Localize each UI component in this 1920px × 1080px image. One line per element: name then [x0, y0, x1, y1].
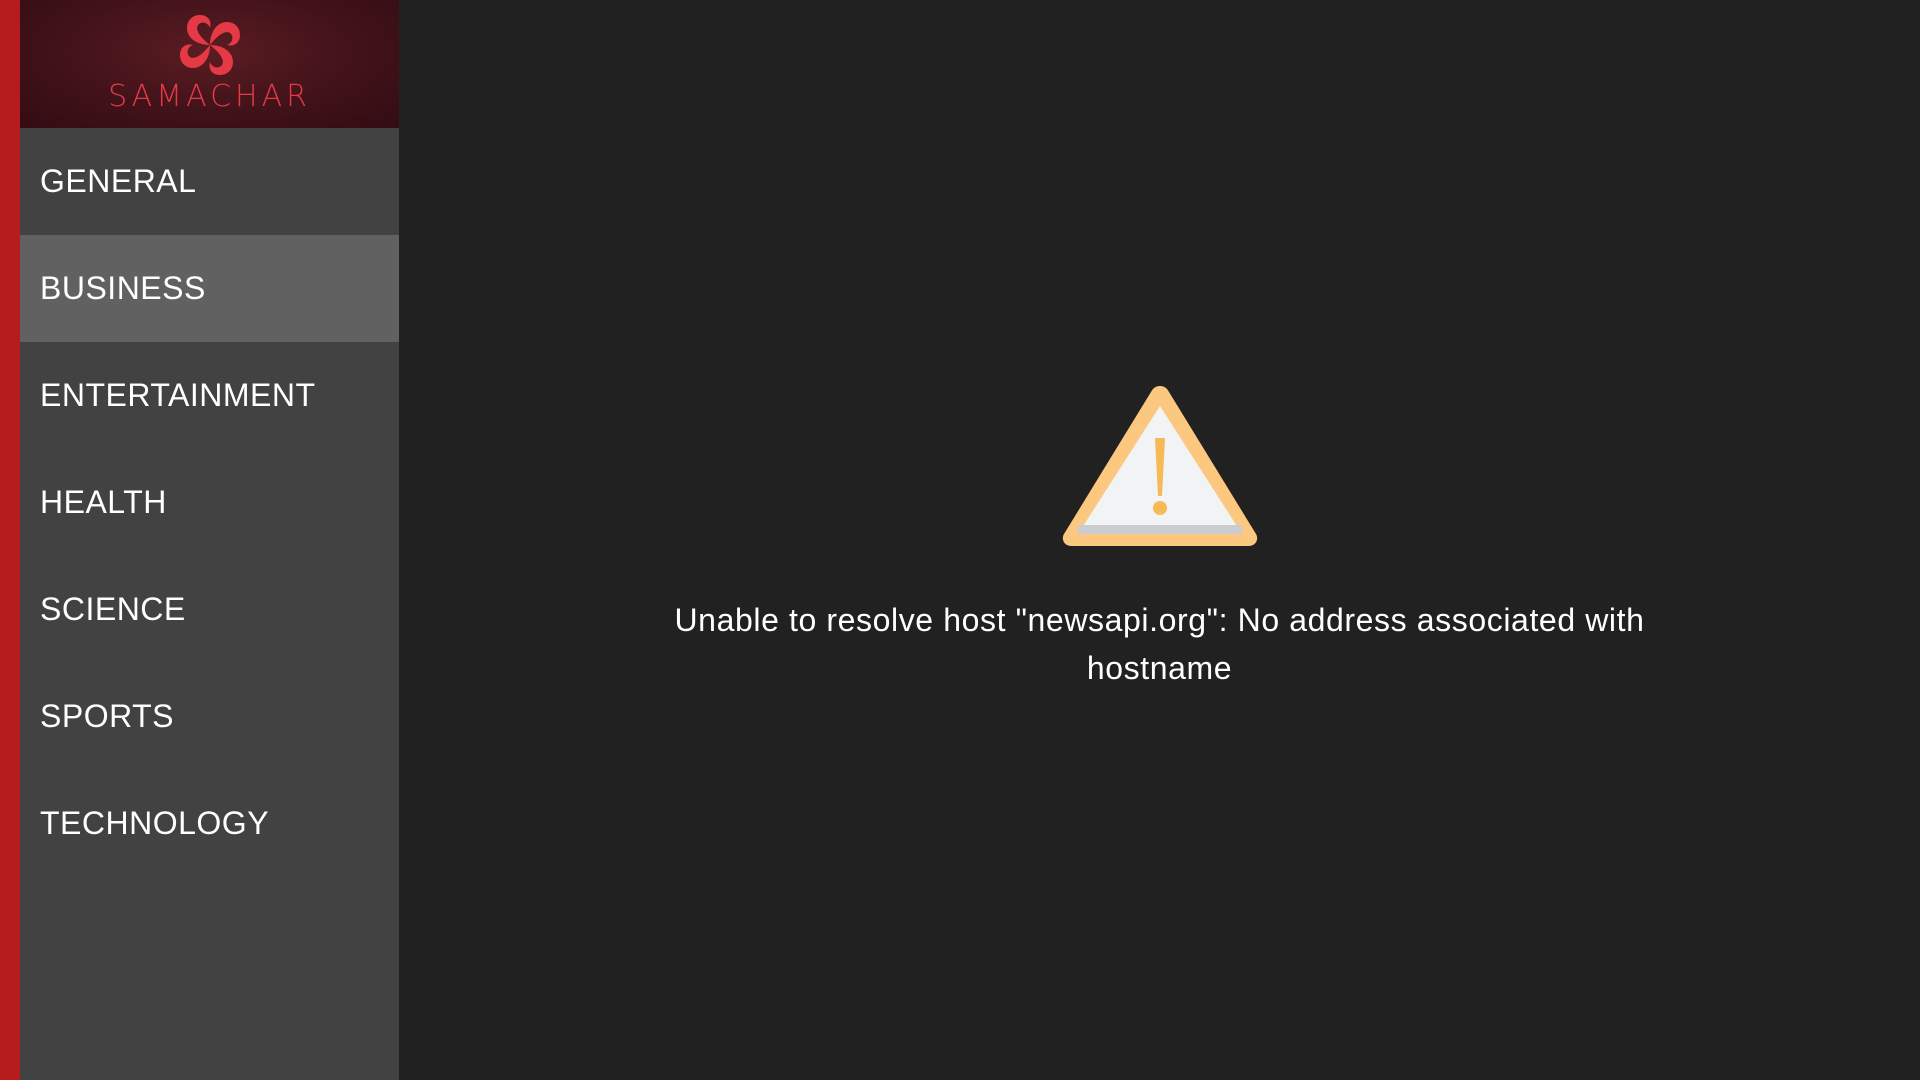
sidebar-item-science[interactable]: SCIENCE: [20, 556, 399, 663]
sidebar-item-entertainment[interactable]: ENTERTAINMENT: [20, 342, 399, 449]
error-state: Unable to resolve host "newsapi.org": No…: [399, 378, 1920, 692]
sidebar-item-general[interactable]: GENERAL: [20, 128, 399, 235]
sidebar-item-label: SPORTS: [40, 698, 174, 734]
sidebar: SAMACHAR GENERAL BUSINESS ENTERTAINMENT …: [20, 0, 399, 1080]
brand-name: SAMACHAR: [108, 79, 311, 114]
sidebar-item-label: GENERAL: [40, 163, 197, 199]
sidebar-item-technology[interactable]: TECHNOLOGY: [20, 770, 399, 877]
main-content: Unable to resolve host "newsapi.org": No…: [399, 0, 1920, 1080]
brand-header: SAMACHAR: [20, 0, 399, 128]
sidebar-item-business[interactable]: BUSINESS: [20, 235, 399, 342]
accent-edge: [0, 0, 20, 1080]
category-nav: GENERAL BUSINESS ENTERTAINMENT HEALTH SC…: [20, 128, 399, 877]
sidebar-item-label: BUSINESS: [40, 270, 206, 306]
sidebar-item-health[interactable]: HEALTH: [20, 449, 399, 556]
sidebar-item-label: TECHNOLOGY: [40, 805, 270, 841]
pinwheel-logo-icon: [179, 15, 240, 75]
app-window: SAMACHAR GENERAL BUSINESS ENTERTAINMENT …: [0, 0, 1920, 1080]
warning-icon: [1062, 386, 1257, 546]
sidebar-item-label: SCIENCE: [40, 591, 186, 627]
sidebar-item-label: HEALTH: [40, 484, 167, 520]
error-message: Unable to resolve host "newsapi.org": No…: [674, 602, 1645, 686]
sidebar-item-sports[interactable]: SPORTS: [20, 663, 399, 770]
sidebar-item-label: ENTERTAINMENT: [40, 377, 316, 413]
